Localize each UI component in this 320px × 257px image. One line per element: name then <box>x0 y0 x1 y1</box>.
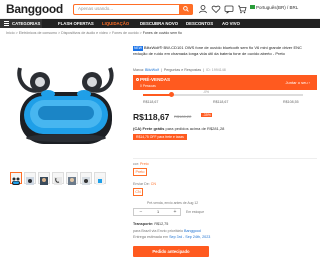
thumbnail[interactable] <box>52 172 64 185</box>
breadcrumb-consumer-electronics[interactable]: Eletrônicos de consumo <box>19 31 57 35</box>
decrease-button[interactable]: − <box>136 209 146 216</box>
nav-flash-deals[interactable]: FLASH OFERTAS <box>58 21 94 26</box>
ship-from-option-cn[interactable]: CN <box>133 188 143 196</box>
delivery-estimate: Entrega estimada em Sep 3rd - Sep 24th, … <box>133 235 210 239</box>
clock-icon <box>136 78 139 81</box>
message-icon[interactable] <box>224 4 234 14</box>
quantity-value[interactable]: 1 <box>148 209 168 216</box>
categories-menu[interactable]: CATEGORIAS <box>0 19 42 28</box>
delivery-estimate-label: Entrega estimada em <box>133 235 169 239</box>
presale-progress-bar <box>143 92 303 97</box>
account-icon[interactable] <box>198 4 208 14</box>
nav-discounts[interactable]: DESCONTOS <box>186 21 213 26</box>
top-header: Banggood Apenas usando... Português(BR) … <box>0 0 320 19</box>
delivery-estimate-dates: Sep 3rd - Sep 24th, 2023 <box>169 235 211 239</box>
divider <box>133 158 317 159</box>
search-button[interactable] <box>179 4 193 15</box>
site-logo[interactable]: Banggood <box>6 2 63 16</box>
nav-discover-new[interactable]: DESCUBRA NOVO <box>140 21 178 26</box>
color-label: cor: Preto <box>133 162 149 166</box>
breadcrumb-current: Fones de ouvido sem fio <box>142 31 182 35</box>
breadcrumb-earphones[interactable]: Fones de ouvido <box>112 31 139 35</box>
language-selector[interactable]: Português(BR) / BRL <box>256 5 298 10</box>
shipping-carrier: Banggood <box>184 229 201 233</box>
stock-status: Em estoque <box>186 210 205 214</box>
nav-clearance[interactable]: LIQUIDAÇÃO <box>102 21 129 26</box>
thumbnail[interactable] <box>38 172 50 185</box>
cart-icon[interactable] <box>237 4 247 14</box>
shipping-cost: R$12,75 <box>154 222 169 226</box>
color-selected-value: Preto <box>140 162 149 166</box>
thumbnail[interactable] <box>24 172 36 185</box>
color-label-text: cor: <box>133 162 139 166</box>
presale-people: 0 Pessoas <box>140 84 156 88</box>
join-presale-label: Juntar o seu <box>285 80 308 85</box>
discount-badge: -35% <box>201 113 213 117</box>
quantity-stepper: − 1 + <box>133 208 181 216</box>
brand-link[interactable]: BlitzWolf <box>145 68 159 72</box>
original-price: R$180,22 <box>174 114 192 119</box>
presale-tier-2: R$118,67 <box>213 100 229 104</box>
product-title-text: BlitzWolf® BW-CD101 OWS fone de ouvido b… <box>133 45 302 57</box>
shipping-cost-line: Transporte: R$12,75 <box>133 222 168 226</box>
ship-from-value: CN <box>150 182 156 186</box>
search-icon <box>183 6 189 12</box>
shipping-destination[interactable]: para Brazil via Envio prioritário Banggo… <box>133 229 201 233</box>
shipping-destination-text: para Brazil via Envio prioritário <box>133 229 184 233</box>
brand-line: Marca: BlitzWolf | Perguntas e Respostas… <box>133 68 226 72</box>
presale-progress-fill <box>143 94 172 96</box>
preorder-button[interactable]: Pedido antecipado <box>133 246 209 257</box>
presale-tier-3: R$108,55 <box>283 100 299 104</box>
main-nav: CATEGORIAS FLASH OFERTAS LIQUIDAÇÃO DESC… <box>0 19 320 28</box>
shipping-label: Transporte: <box>133 222 154 226</box>
join-presale-link[interactable]: Juntar o seu › <box>286 80 310 85</box>
product-title: NEW BlitzWolf® BW-CD101 OWS fone de ouvid… <box>133 45 313 56</box>
presale-ship-hint: Pré-venda, envio antes de Aug 12 <box>147 201 199 205</box>
presale-title: PRÉ-VENDAS <box>140 77 171 82</box>
search-placeholder: Apenas usando... <box>78 6 114 11</box>
free-shipping-text: para pedidos acima de R$281,28 <box>165 126 225 131</box>
qa-link[interactable]: Perguntas e Respostas <box>164 68 201 72</box>
color-option-black[interactable]: Preto <box>133 168 147 176</box>
thumbnail[interactable] <box>66 172 78 185</box>
ship-from-label: Enviar De: CN <box>133 182 156 186</box>
thumbnail[interactable] <box>10 172 22 185</box>
thumbnail[interactable] <box>94 172 106 185</box>
hamburger-icon <box>4 21 9 26</box>
presale-progress-marker <box>169 92 175 97</box>
brazil-flag-icon <box>250 5 255 9</box>
presale-tier-1: R$118,67 <box>143 100 159 104</box>
coupon-badge[interactable]: R$14,75 OFF para frete e taxas <box>133 134 187 140</box>
breadcrumb: Início > Eletrônicos de consumo > Dispos… <box>6 31 182 35</box>
wishlist-icon[interactable] <box>211 4 221 14</box>
presale-banner: PRÉ-VENDAS 0 Pessoas Juntar o seu › <box>133 75 317 90</box>
free-shipping-label: (CA) Frete grátis <box>133 126 165 131</box>
product-id: ID: 1994148 <box>206 68 226 72</box>
earbuds-case-image <box>17 67 114 144</box>
increase-button[interactable]: + <box>170 209 180 216</box>
categories-label: CATEGORIAS <box>12 21 41 26</box>
ship-from-label-text: Enviar De: <box>133 182 150 186</box>
logo-text: Banggood <box>6 2 63 16</box>
current-price: R$118,67 <box>133 112 170 122</box>
breadcrumb-audio-video[interactable]: Dispositivos de áudio e vídeo <box>61 31 108 35</box>
free-shipping-note: (CA) Frete grátis para pedidos acima de … <box>133 126 224 131</box>
product-main-image[interactable] <box>6 38 124 156</box>
nav-live[interactable]: AO VIVO <box>222 21 240 26</box>
search-input[interactable]: Apenas usando... <box>73 4 193 15</box>
breadcrumb-home[interactable]: Início <box>6 31 15 35</box>
brand-label: Marca: <box>133 68 144 72</box>
thumbnail[interactable] <box>80 172 92 185</box>
